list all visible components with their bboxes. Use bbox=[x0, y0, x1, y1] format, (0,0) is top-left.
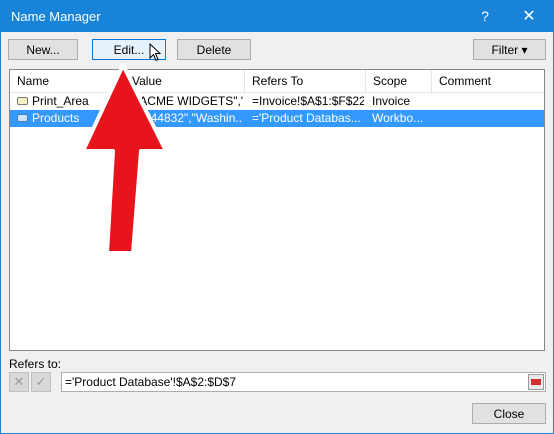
row-scope: Invoice bbox=[372, 94, 411, 108]
delete-button-label: Delete bbox=[196, 43, 232, 57]
table-name-icon bbox=[17, 114, 28, 122]
refers-to-value: ='Product Database'!$A$2:$D$7 bbox=[65, 375, 237, 389]
row-comment bbox=[438, 110, 538, 127]
edit-button-label: Edit... bbox=[113, 43, 145, 57]
cancel-edit-icon[interactable]: ✕ bbox=[9, 372, 29, 392]
new-button[interactable]: New... bbox=[8, 39, 78, 60]
window-title: Name Manager bbox=[11, 9, 101, 24]
column-header-comment[interactable]: Comment bbox=[432, 70, 544, 92]
close-button[interactable]: Close bbox=[472, 403, 546, 424]
refers-to-input[interactable]: ='Product Database'!$A$2:$D$7 bbox=[61, 372, 546, 392]
column-header-refers-to[interactable]: Refers To bbox=[245, 70, 366, 92]
dropdown-arrow-icon: ▾ bbox=[521, 43, 528, 57]
row-refers-to: ='Product Databas... bbox=[252, 111, 361, 125]
column-header-scope[interactable]: Scope bbox=[366, 70, 432, 92]
help-button[interactable]: ? bbox=[463, 1, 507, 32]
named-range-icon bbox=[17, 97, 28, 105]
accept-edit-icon[interactable]: ✓ bbox=[31, 372, 51, 392]
row-comment bbox=[438, 93, 538, 110]
filter-button-label: Filter bbox=[491, 43, 519, 57]
name-manager-dialog: Name Manager ? ✕ New... Edit... Delete F… bbox=[0, 0, 554, 434]
row-scope: Workbo... bbox=[372, 111, 424, 125]
delete-button[interactable]: Delete bbox=[177, 39, 251, 60]
close-button-label: Close bbox=[493, 407, 525, 421]
collapse-dialog-icon[interactable] bbox=[528, 374, 544, 390]
refers-to-label: Refers to: bbox=[9, 357, 62, 371]
filter-button[interactable]: Filter ▾ bbox=[473, 39, 546, 60]
new-button-label: New... bbox=[26, 43, 60, 57]
annotation-arrow-icon bbox=[81, 63, 168, 255]
row-refers-to: =Invoice!$A$1:$F$22 bbox=[252, 94, 364, 108]
close-window-button[interactable]: ✕ bbox=[507, 1, 551, 32]
title-bar[interactable]: Name Manager ? ✕ bbox=[1, 1, 553, 32]
mouse-cursor-icon bbox=[149, 43, 162, 62]
